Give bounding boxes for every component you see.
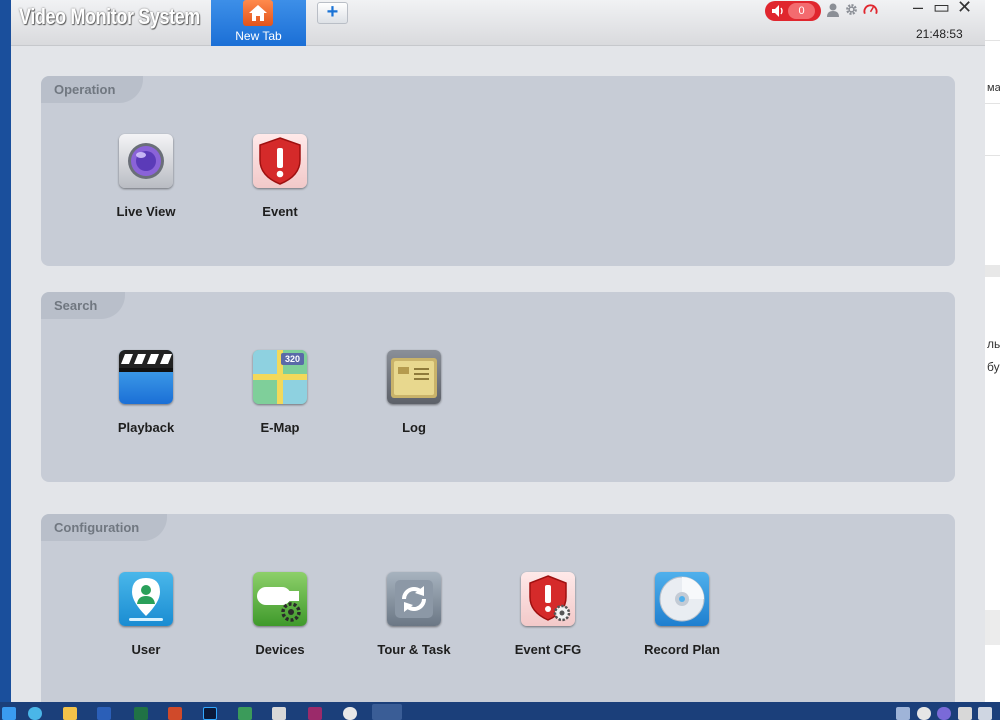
disc-icon (655, 572, 709, 626)
active-app-icon[interactable] (372, 704, 402, 720)
refresh-icon (387, 572, 441, 626)
bg-text-2: ль (987, 337, 1000, 351)
word-icon[interactable] (97, 707, 111, 720)
tray-icon[interactable] (978, 707, 992, 720)
operation-panel: Operation Live View Event (41, 76, 955, 266)
app-icon[interactable] (343, 707, 357, 720)
log-book-icon (387, 350, 441, 404)
tray-chevron-icon[interactable] (896, 707, 910, 720)
photoshop-icon[interactable] (203, 707, 217, 720)
tab-new-tab[interactable]: New Tab (211, 0, 306, 46)
camera-icon (119, 134, 173, 188)
folder-icon[interactable] (63, 707, 77, 720)
clapperboard-icon (119, 350, 173, 404)
user-icon[interactable] (826, 2, 840, 23)
bg-divider (985, 265, 1000, 277)
edge-icon[interactable] (28, 707, 42, 720)
close-button[interactable]: ✕ (957, 0, 972, 18)
background-window: ма ль бу (985, 0, 1000, 702)
app-icon[interactable] (168, 707, 182, 720)
alarm-indicator[interactable]: 0 (765, 1, 821, 21)
bg-block (985, 610, 1000, 645)
title-bar: Video Monitor System New Tab + 0 – ▭ ✕ 2… (11, 0, 985, 46)
shield-settings-icon (521, 572, 575, 626)
windows-start-icon[interactable] (2, 707, 16, 720)
app-icon[interactable] (272, 707, 286, 720)
app-icon[interactable] (238, 707, 252, 720)
user-label: User (131, 642, 161, 657)
emap-label: E-Map (260, 420, 300, 435)
devices-label: Devices (255, 642, 305, 657)
configuration-panel-title: Configuration (41, 514, 168, 541)
home-icon (243, 0, 273, 26)
speaker-icon (771, 4, 785, 23)
search-panel-title: Search (41, 292, 126, 319)
live-view-label: Live View (116, 204, 176, 219)
gauge-icon[interactable] (863, 2, 878, 21)
bg-divider (985, 103, 1000, 104)
event-cfg-label: Event CFG (514, 642, 582, 657)
add-tab-button[interactable]: + (317, 2, 348, 24)
device-settings-icon (253, 572, 307, 626)
gear-icon[interactable] (844, 2, 859, 22)
event-label: Event (262, 204, 298, 219)
viber-icon[interactable] (937, 707, 951, 720)
clock: 21:48:53 (916, 27, 963, 41)
record-plan-label: Record Plan (644, 642, 720, 657)
minimize-button[interactable]: – (913, 0, 923, 18)
app-title: Video Monitor System (19, 4, 200, 29)
bg-divider (985, 155, 1000, 156)
alarm-count: 0 (788, 3, 815, 19)
excel-icon[interactable] (134, 707, 148, 720)
tray-icon[interactable] (917, 707, 931, 720)
configuration-panel: Configuration User Devices Tour & Task E… (41, 514, 955, 714)
maximize-button[interactable]: ▭ (933, 0, 950, 18)
playback-label: Playback (117, 420, 175, 435)
bg-divider (985, 40, 1000, 41)
map-icon: 320 (253, 350, 307, 404)
language-icon[interactable] (958, 707, 972, 720)
shield-alert-icon (253, 134, 307, 188)
bg-text-3: бу (987, 360, 1000, 374)
emap-badge: 320 (284, 354, 301, 364)
tour-task-label: Tour & Task (377, 642, 451, 657)
taskbar (0, 702, 1000, 720)
app-window: Video Monitor System New Tab + 0 – ▭ ✕ 2… (11, 0, 985, 714)
background-window-edge (0, 0, 11, 720)
app-icon[interactable] (308, 707, 322, 720)
user-pin-icon (119, 572, 173, 626)
log-label: Log (402, 420, 426, 435)
search-panel: Search Playback 320 E-Map Log (41, 292, 955, 482)
operation-panel-title: Operation (41, 76, 144, 103)
tab-label: New Tab (235, 29, 282, 43)
bg-text-1: ма (987, 82, 1000, 94)
